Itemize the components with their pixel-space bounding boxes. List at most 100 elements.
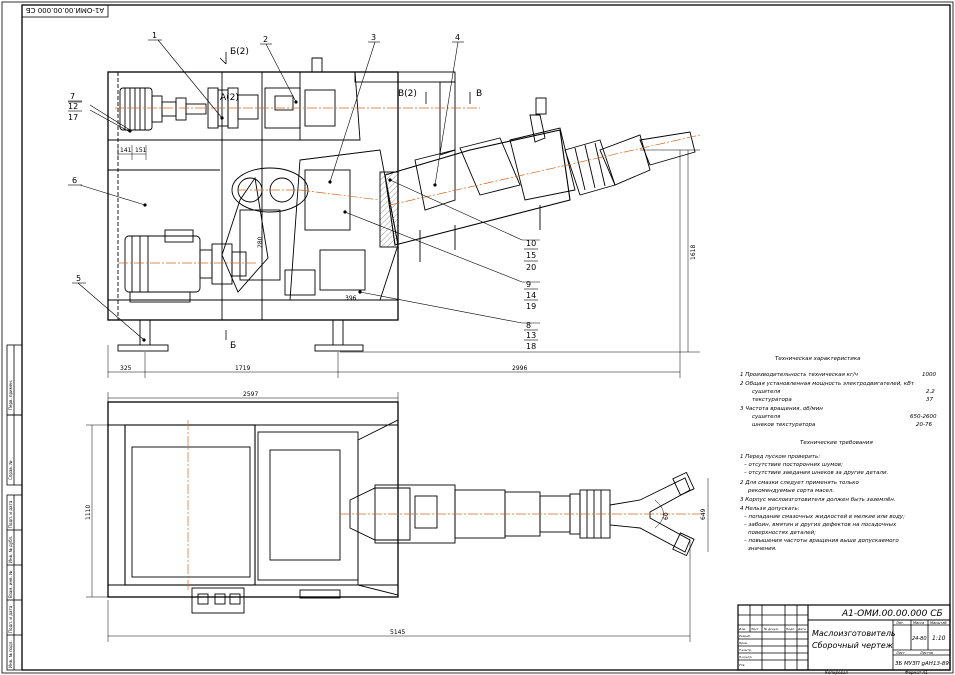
side-label-sign-date-1: Подп. и дата — [8, 500, 13, 528]
section-mark-v: В — [476, 89, 482, 99]
assembly-drawing-sheet: А1-ОМИ.00.00.000 СБ Перв. примен. Справ.… — [1, 1, 954, 675]
req-line-4d: – повышения частоты вращения выше допуск… — [744, 538, 899, 544]
req-line-4a: – попадание смазочных жидкостей в мелкие… — [744, 514, 905, 520]
callout-stack-lines — [68, 101, 538, 341]
tb-list: Лист — [750, 627, 759, 631]
req-line-1a: – отсутствие посторонних шумов; — [744, 462, 843, 468]
title-name-2: Сборочный чертеж — [812, 641, 894, 650]
top-view — [107, 401, 695, 614]
dim-280: 280 — [257, 236, 264, 248]
tb-razr: Разраб. — [739, 634, 751, 638]
callout-5: 5 — [76, 274, 81, 283]
tech-specs: Техническая характеристика 1 Производите… — [740, 356, 937, 428]
footer-copied: Копировал — [825, 670, 848, 675]
dim-2597: 2597 — [243, 391, 258, 398]
section-mark-v2: В(2) — [398, 89, 417, 99]
dim-1719: 1719 — [235, 365, 250, 372]
title-org: ЗБ МУЗП gАН13-89 — [895, 661, 949, 667]
callout-7: 7 — [70, 92, 75, 101]
title-scale-value: 1:10 — [932, 635, 946, 642]
title-sheet-label: Лист — [895, 651, 906, 655]
dim-1110: 1110 — [85, 505, 92, 520]
extruder-feed-hopper — [439, 81, 456, 156]
callout-9: 9 — [526, 280, 531, 289]
spec-line-2a-value: 2,2 — [926, 389, 935, 395]
title-name-1: Маслоизготовитель — [812, 629, 896, 638]
frame-body — [107, 71, 399, 321]
callout-20: 20 — [526, 263, 536, 272]
req-line-4c: поверхностях деталей; — [748, 530, 816, 536]
top-center-lines — [187, 420, 700, 590]
top-dimensions — [86, 392, 709, 642]
tb-prov: Пров. — [739, 641, 748, 645]
callout-12a: 12 — [68, 102, 78, 111]
spec-line-3b-value: 20-76 — [916, 422, 932, 428]
callout-8: 8 — [526, 321, 531, 330]
title-scale-header: Масштаб — [930, 621, 947, 625]
support-legs — [117, 320, 364, 352]
side-label-ref-no: Справ. № — [8, 461, 13, 480]
dim-5145: 5145 — [390, 629, 405, 636]
section-mark-b: Б — [230, 341, 236, 351]
title-sheets-label: Листов — [919, 651, 933, 655]
dim-325: 325 — [120, 365, 132, 372]
spec-line-3: 3 Частота вращения, об/мин — [740, 406, 823, 412]
side-labels: Перв. примен. Справ. № Подп. и дата Инв.… — [8, 380, 13, 668]
callout-18: 18 — [526, 342, 536, 351]
section-marks: Б(2) А(2) В(2) В Б — [220, 47, 482, 351]
tech-requirements: Технические требования 1 Перед пуском пр… — [740, 440, 905, 552]
side-label-dup-inv: Инв. № дубл. — [8, 536, 13, 563]
control-box — [191, 587, 245, 614]
callout-13: 13 — [526, 331, 536, 340]
spec-line-2: 2 Общая установленная мощность электродв… — [740, 381, 915, 387]
dim-649: 649 — [700, 508, 707, 520]
title-block-text: А1-ОМИ.00.00.000 СБ Маслоизготовитель Сб… — [739, 609, 949, 675]
req-line-4: 4 Нельзя допускать: — [740, 506, 800, 512]
side-label-sign-date-2: Подп. и дата — [8, 605, 13, 633]
title-lit-header: Лит. — [895, 621, 904, 625]
callout-10: 10 — [526, 239, 536, 248]
spec-line-3b: шнеков текстуратора — [752, 422, 816, 428]
spec-line-2a: сушителя — [752, 389, 781, 395]
dim-396: 396 — [345, 295, 357, 302]
callout-14: 14 — [526, 291, 536, 300]
tech-specs-title: Техническая характеристика — [775, 356, 861, 362]
spec-line-2b: текстуратора — [752, 397, 792, 403]
callouts: 1 2 3 4 7 12 17 6 5 10 15 20 9 14 19 8 1… — [68, 31, 536, 351]
dim-141: 141 — [120, 147, 132, 154]
title-mass-value: 24-80 — [912, 636, 927, 642]
top-stamp: А1-ОМИ.00.00.000 СБ — [26, 6, 105, 14]
tb-nkontr: Н.контр. — [739, 655, 752, 659]
front-view — [107, 57, 696, 352]
req-line-2a: рекомендуемые сорта масел. — [747, 488, 834, 494]
callout-1: 1 — [152, 31, 157, 40]
spec-line-1: 1 Производительность техническая кг/ч — [740, 372, 859, 378]
dim-151: 151 — [135, 147, 147, 154]
tb-podp: Подп. — [786, 627, 795, 631]
side-label-orig-inv: Инв. № подл. — [8, 640, 13, 668]
title-doc-code: А1-ОМИ.00.00.000 СБ — [841, 609, 943, 619]
section-mark-b2: Б(2) — [230, 47, 249, 57]
req-line-2: 2 Для смазки следует применять только — [740, 480, 859, 486]
front-dimension-labels: 141 151 325 1719 2996 1618 280 396 — [120, 147, 697, 372]
dim-1618: 1618 — [690, 245, 697, 260]
side-label-repl-inv: Взам. инв. № — [8, 571, 13, 598]
spec-line-1-value: 1000 — [922, 372, 936, 378]
tb-utv: Утв. — [739, 663, 745, 667]
side-label-first-use: Перв. примен. — [8, 380, 13, 410]
dim-2996: 2996 — [512, 365, 527, 372]
req-line-1: 1 Перед пуском проверить: — [740, 454, 820, 460]
callout-19: 19 — [526, 302, 536, 311]
req-line-1b: – отсутствие заедания шнеков за другие д… — [744, 470, 889, 476]
front-dimensions — [107, 145, 700, 378]
callout-17: 17 — [68, 113, 78, 122]
hopper — [299, 71, 361, 141]
title-mass-header: Масса — [913, 621, 924, 625]
top-frame — [107, 401, 399, 598]
lower-motor — [124, 229, 247, 303]
req-line-4e: значения. — [748, 546, 777, 552]
req-line-3: 3 Корпус маслоизготовителя должен быть з… — [740, 497, 896, 503]
req-line-4b: – забоин, вмятин и других дефектов на по… — [744, 522, 897, 528]
callout-6: 6 — [72, 176, 77, 185]
spec-line-3a: сушителя — [752, 414, 781, 420]
